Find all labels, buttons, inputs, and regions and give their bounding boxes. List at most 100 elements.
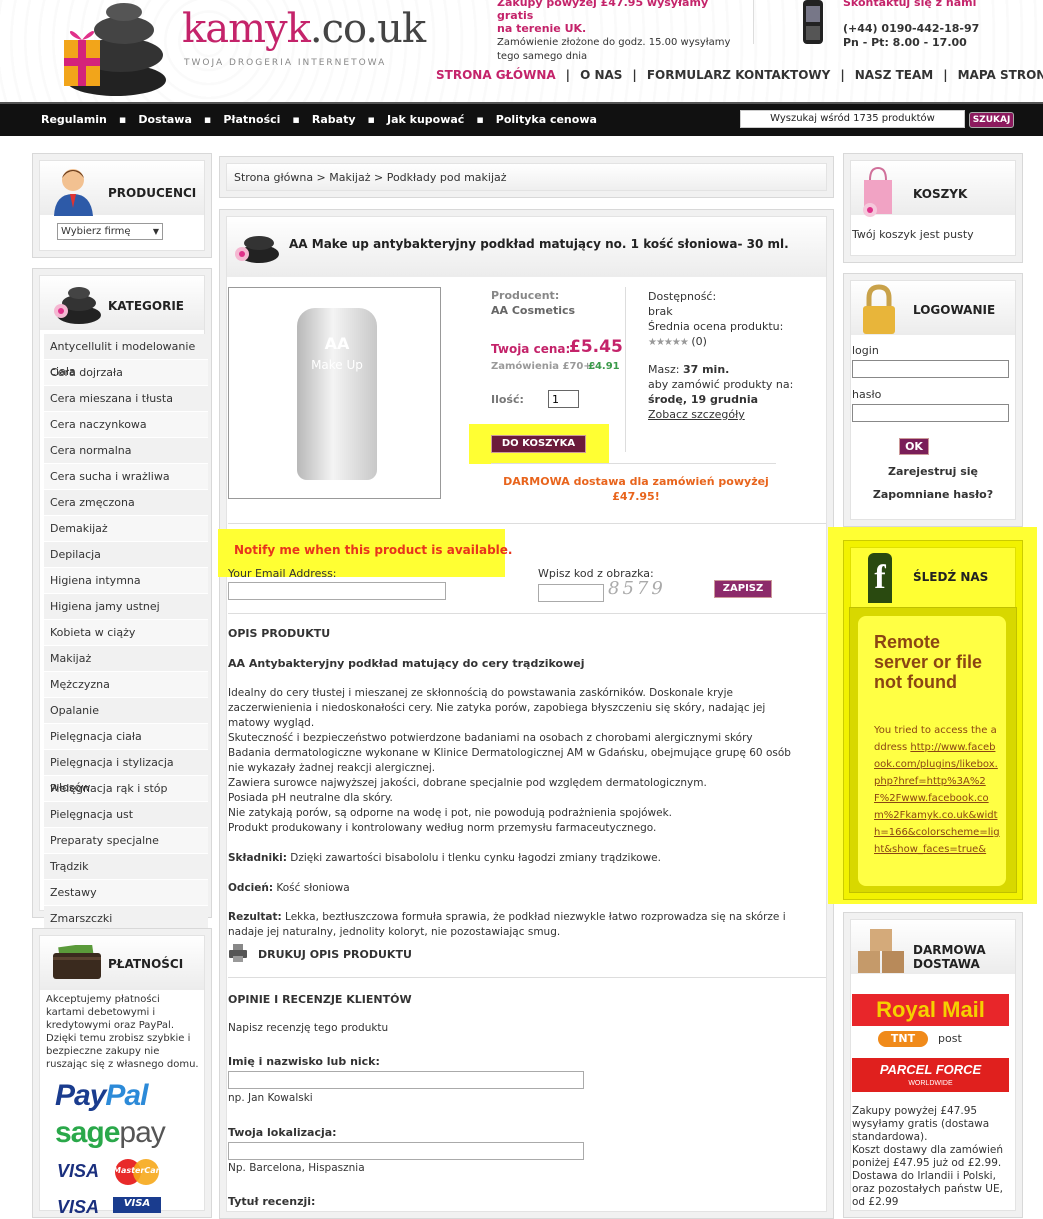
nav-sitemap[interactable]: MAPA STRONY xyxy=(958,68,1043,82)
details-link[interactable]: Zobacz szczegóły xyxy=(648,407,828,422)
login-field[interactable] xyxy=(852,360,1009,378)
ok-button[interactable]: OK xyxy=(899,438,929,455)
captcha-input[interactable] xyxy=(538,584,604,602)
add-to-cart-button[interactable]: DO KOSZYKA xyxy=(491,435,586,453)
producer-select[interactable]: Wybierz firmę ▼ xyxy=(57,223,163,240)
chevron-down-icon: ▼ xyxy=(152,227,159,236)
shipping-day: środę, 19 grudnia xyxy=(648,393,759,406)
category-item[interactable]: Makijaż xyxy=(44,646,208,672)
quantity-input[interactable] xyxy=(548,390,579,408)
forgot-password-link[interactable]: Zapomniane hasło? xyxy=(844,488,1022,501)
facebook-frame: Remote server or file not found You trie… xyxy=(849,607,1017,893)
link-payments[interactable]: Płatności xyxy=(223,113,280,126)
logo-stones-icon[interactable] xyxy=(46,0,176,98)
cart-box: KOSZYK Twój koszyk jest pusty xyxy=(843,153,1023,263)
location-field[interactable] xyxy=(228,1142,584,1160)
logo-text[interactable]: kamyk.co.uk xyxy=(182,6,426,52)
description-details: Skuteczność i bezpieczeństwo potwierdzon… xyxy=(228,732,791,834)
link-how-to-buy[interactable]: Jak kupować xyxy=(387,113,464,126)
person-icon xyxy=(54,169,93,216)
link-price-policy[interactable]: Polityka cenowa xyxy=(496,113,597,126)
link-discounts[interactable]: Rabaty xyxy=(312,113,356,126)
categories-title: KATEGORIE xyxy=(108,299,184,313)
category-item[interactable]: Cera dojrzała xyxy=(44,360,208,386)
follow-title: ŚLEDŹ NAS xyxy=(913,570,989,584)
producers-title: PRODUCENCI xyxy=(108,186,197,200)
divider xyxy=(228,613,826,614)
ingredients: Składniki: Dzięki zawartości bisabololu … xyxy=(228,852,661,864)
category-item[interactable]: Pielęgnacja rąk i stóp xyxy=(44,776,208,802)
email-field[interactable] xyxy=(228,582,446,600)
category-item[interactable]: Zestawy xyxy=(44,880,208,906)
category-item[interactable]: Antycellulit i modelowanie ciała xyxy=(44,334,208,378)
divider xyxy=(228,977,826,978)
category-item[interactable]: Pielęgnacja i stylizacja włosów xyxy=(44,750,208,794)
bullet-icon: ▪ xyxy=(476,113,484,126)
link-delivery[interactable]: Dostawa xyxy=(138,113,192,126)
category-item[interactable]: Preparaty specjalne xyxy=(44,828,208,854)
payments-text: Akceptujemy płatności kartami debetowymi… xyxy=(46,994,199,1070)
category-item[interactable]: Opalanie xyxy=(44,698,208,724)
print-description-link[interactable]: DRUKUJ OPIS PRODUKTU xyxy=(258,948,412,961)
bullet-icon: ▪ xyxy=(367,113,375,126)
category-item[interactable]: Cera sucha i wrażliwa xyxy=(44,464,208,490)
category-item[interactable]: Depilacja xyxy=(44,542,208,568)
category-item[interactable]: Mężczyzna xyxy=(44,672,208,698)
nav-team[interactable]: NASZ TEAM xyxy=(855,68,933,82)
name-label: Imię i nazwisko lub nick: xyxy=(228,1055,380,1068)
login-box: LOGOWANIE login hasło OK Zarejestruj się… xyxy=(843,273,1023,527)
register-link[interactable]: Zarejestruj się xyxy=(844,465,1022,478)
header-contact: Skontaktuj się z nami (+44) 0190-442-18-… xyxy=(843,0,1043,50)
category-item[interactable]: Pielęgnacja ciała xyxy=(44,724,208,750)
payments-title: PŁATNOŚCI xyxy=(108,957,184,971)
logo-tagline: TWOJA DROGERIA INTERNETOWA xyxy=(184,58,387,68)
shopping-bag-icon xyxy=(863,166,892,217)
shipping-text: aby zamówić produkty na: xyxy=(648,378,794,391)
link-terms[interactable]: Regulamin xyxy=(41,113,107,126)
tnt-logo: TNT xyxy=(878,1031,928,1047)
parcelforce-logo: PARCEL FORCE WORLDWIDE xyxy=(852,1058,1009,1092)
visa-electron-logo: VISA xyxy=(57,1197,100,1217)
error-url-link[interactable]: http://www.facebook.com/plugins/likebox.… xyxy=(874,742,1000,855)
name-field[interactable] xyxy=(228,1071,584,1089)
category-item[interactable]: Higiena intymna xyxy=(44,568,208,594)
breadcrumb[interactable]: Strona główna > Makijaż > Podkłady pod m… xyxy=(234,171,507,184)
availability-panel: Dostępność: brak Średnia ocena produktu:… xyxy=(648,289,828,422)
nav-home[interactable]: STRONA GŁÓWNA xyxy=(436,68,556,82)
search-button[interactable]: SZUKAJ xyxy=(969,112,1014,128)
printer-icon[interactable] xyxy=(228,943,248,963)
contact-title[interactable]: Skontaktuj się z nami xyxy=(843,0,1043,9)
producer-value[interactable]: AA Cosmetics xyxy=(491,304,575,317)
email-label: Your Email Address: xyxy=(228,567,337,580)
promo-line1: Zakupy powyżej £47.95 wysyłamy gratis xyxy=(497,0,709,22)
availability-label: Dostępność: xyxy=(648,290,717,303)
category-item[interactable]: Cera zmęczona xyxy=(44,490,208,516)
wallet-icon xyxy=(53,945,101,979)
category-item[interactable]: Kobieta w ciąży xyxy=(44,620,208,646)
search-input[interactable] xyxy=(740,110,965,128)
nav-separator: | xyxy=(943,68,948,82)
nav-about[interactable]: O NAS xyxy=(580,68,622,82)
bullet-icon: ▪ xyxy=(292,113,300,126)
password-field[interactable] xyxy=(852,404,1009,422)
mobile-phone-icon xyxy=(803,0,823,44)
category-item[interactable]: Trądzik xyxy=(44,854,208,880)
header-divider xyxy=(753,0,754,44)
rating-label: Średnia ocena produktu: xyxy=(648,320,784,333)
password-label: hasło xyxy=(852,388,882,401)
delivery-box: DARMOWA DOSTAWA Royal Mail TNT post PARCE… xyxy=(843,912,1023,1218)
category-item[interactable]: Cera normalna xyxy=(44,438,208,464)
subscribe-button[interactable]: ZAPISZ xyxy=(714,580,772,598)
product-image[interactable]: AA Make Up xyxy=(228,287,441,499)
category-item[interactable]: Cera mieszana i tłusta xyxy=(44,386,208,412)
delivery-text: Zakupy powyżej £47.95 wysyłamy gratis (d… xyxy=(852,1105,1004,1208)
category-item[interactable]: Higiena jamy ustnej xyxy=(44,594,208,620)
category-item[interactable]: Cera naczynkowa xyxy=(44,412,208,438)
cart-title: KOSZYK xyxy=(913,187,968,201)
facebook-icon[interactable]: f xyxy=(868,553,892,603)
description-title: OPIS PRODUKTU xyxy=(228,627,331,640)
category-item[interactable]: Demakijaż xyxy=(44,516,208,542)
nav-contact-form[interactable]: FORMULARZ KONTAKTOWY xyxy=(647,68,831,82)
category-item[interactable]: Pielęgnacja ust xyxy=(44,802,208,828)
nav-separator: | xyxy=(565,68,571,82)
